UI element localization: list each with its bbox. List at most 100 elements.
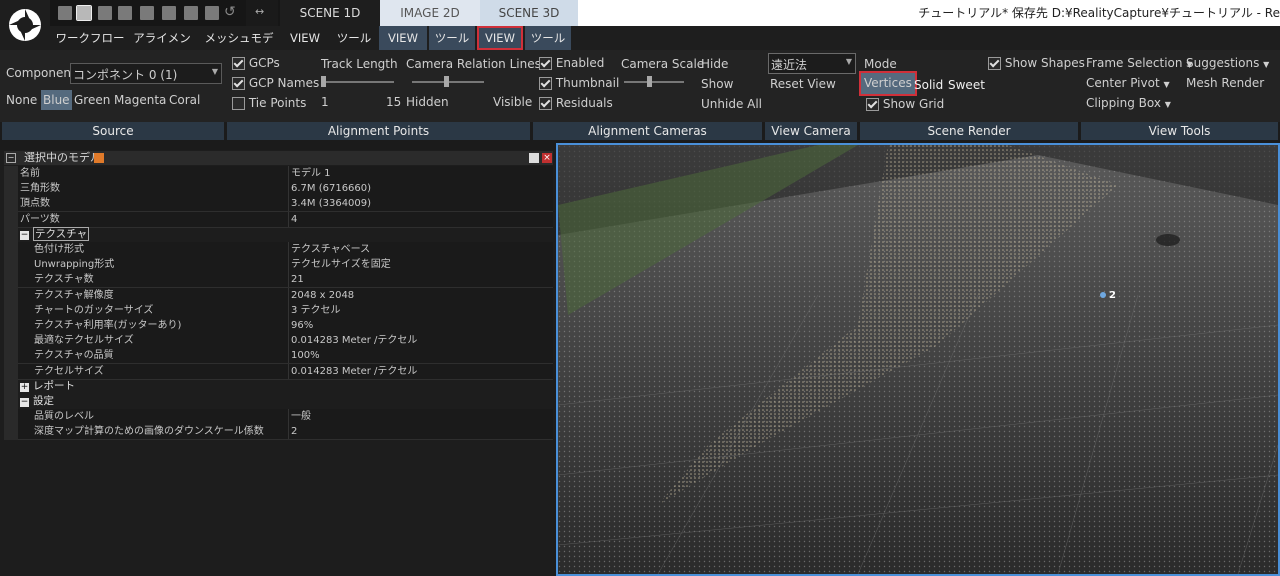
tie-points-checkbox[interactable]: Tie Points — [232, 96, 306, 110]
vertices-button[interactable]: Vertices — [859, 71, 917, 96]
scene-3d-viewport[interactable]: 2 — [556, 143, 1280, 576]
property-row[interactable]: パーツ数 4 — [18, 211, 553, 228]
property-value: 0.014283 Meter /テクセル — [288, 333, 417, 349]
frame-selection-button[interactable]: Frame Selection ▼ — [1086, 56, 1193, 70]
hide-button[interactable]: Hide — [701, 57, 728, 71]
property-row[interactable]: テクセルサイズ 0.014283 Meter /テクセル — [18, 363, 553, 380]
property-row[interactable]: Unwrapping形式 テクセルサイズを固定 — [18, 257, 553, 274]
property-row[interactable]: 品質のレベル 一般 — [18, 409, 553, 426]
property-row[interactable]: チャートのガッターサイズ 3 テクセル — [18, 302, 553, 319]
layout-wide-icon[interactable] — [184, 6, 198, 20]
property-key: 三角形数 — [20, 183, 60, 195]
layout-quad-icon[interactable] — [162, 6, 176, 20]
property-key: パーツ数 — [20, 213, 60, 225]
tab-tools-3d[interactable]: ツール — [525, 26, 571, 50]
property-row[interactable]: テクスチャ数 21 — [18, 272, 553, 289]
menu-view[interactable]: VIEW — [282, 26, 328, 50]
camera-scale-slider[interactable] — [624, 81, 684, 83]
group-texture[interactable]: − テクスチャ — [20, 226, 90, 242]
color-green[interactable]: Green — [74, 93, 110, 107]
property-key: 深度マップ計算のための画像のダウンスケール係数 — [34, 426, 264, 438]
show-grid-checkbox[interactable]: Show Grid — [866, 97, 944, 111]
tab-view-2d[interactable]: VIEW — [379, 26, 427, 50]
color-magenta[interactable]: Magenta — [114, 93, 166, 107]
layout-three-icon[interactable] — [98, 6, 112, 20]
track-length-slider[interactable] — [322, 81, 394, 83]
tab-view-3d[interactable]: VIEW — [477, 26, 523, 50]
property-key: Unwrapping形式 — [34, 259, 115, 271]
property-row[interactable]: 三角形数 6.7M (6716660) — [18, 181, 553, 198]
tab-scene-3d[interactable]: SCENE 3D — [480, 0, 578, 26]
group-report[interactable]: + レポート — [20, 379, 75, 394]
property-value: 2 — [288, 424, 297, 440]
menu-alignment[interactable]: アライメント — [128, 26, 196, 69]
point-cloud-render — [558, 145, 1278, 574]
property-value: 一般 — [288, 409, 311, 425]
camera-relation-thumb[interactable] — [444, 76, 449, 87]
layout-tall-icon[interactable] — [205, 6, 219, 20]
panel-header: − 選択中のモデル × — [4, 151, 553, 165]
property-row[interactable]: 頂点数 3.4M (3364009) — [18, 196, 553, 213]
property-row[interactable]: テクスチャ利用率(ガッターあり) 96% — [18, 318, 553, 334]
tab-image-2d[interactable]: IMAGE 2D — [380, 0, 480, 26]
property-value: テクセルサイズを固定 — [288, 257, 391, 273]
dock-icon[interactable] — [529, 153, 539, 163]
property-row[interactable]: 色付け形式 テクスチャベース — [18, 242, 553, 258]
show-shapes-checkbox[interactable]: Show Shapes — [988, 56, 1085, 70]
mesh-render-button[interactable]: Mesh Render — [1186, 76, 1264, 90]
layout-single-icon[interactable] — [58, 6, 72, 20]
sweet-button[interactable]: Sweet — [948, 78, 985, 92]
property-row[interactable]: 名前 モデル 1 — [18, 166, 553, 182]
menu-mesh-model[interactable]: メッシュモデル — [200, 26, 278, 69]
group-settings[interactable]: − 設定 — [20, 394, 54, 409]
close-icon[interactable]: × — [542, 153, 552, 163]
layout-split-icon[interactable] — [118, 6, 132, 20]
property-key: テクスチャの品質 — [34, 350, 114, 362]
app-logo[interactable] — [0, 0, 50, 50]
component-select[interactable]: コンポネント 0 (1) ▼ — [70, 63, 222, 84]
component-value: コンポネント 0 (1) — [73, 68, 178, 82]
suggestions-button[interactable]: Suggestions ▼ — [1186, 56, 1269, 70]
pin-icon[interactable] — [94, 153, 104, 163]
layout-grid-icon[interactable] — [140, 6, 154, 20]
clipping-box-button[interactable]: Clipping Box ▼ — [1086, 96, 1171, 110]
show-button[interactable]: Show — [701, 77, 733, 91]
projection-select[interactable]: 遠近法 ▼ — [768, 53, 856, 74]
chevron-down-icon: ▼ — [1263, 60, 1270, 69]
property-row[interactable]: テクスチャ解像度 2048 x 2048 — [18, 287, 553, 304]
property-key: 色付け形式 — [34, 244, 84, 255]
tab-scene-1d[interactable]: SCENE 1D — [280, 0, 380, 26]
residuals-checkbox[interactable]: Residuals — [539, 96, 613, 110]
color-blue[interactable]: Blue — [41, 90, 72, 110]
property-key: テクスチャ利用率(ガッターあり) — [34, 320, 182, 331]
tab-tools-2d[interactable]: ツール — [429, 26, 475, 50]
property-key: 名前 — [20, 168, 40, 179]
color-coral[interactable]: Coral — [169, 93, 200, 107]
track-min: 1 — [321, 95, 329, 109]
menu-workflow[interactable]: ワークフロー — [52, 26, 128, 50]
gcp-names-checkbox[interactable]: GCP Names — [232, 76, 319, 90]
gcps-checkbox[interactable]: GCPs — [232, 56, 280, 70]
thumbnail-checkbox[interactable]: Thumbnail — [539, 76, 619, 90]
undo-icon[interactable]: ↺ — [224, 4, 236, 20]
reset-view-button[interactable]: Reset View — [770, 77, 836, 91]
property-value: 3.4M (3364009) — [288, 196, 371, 212]
unhide-all-button[interactable]: Unhide All — [701, 97, 762, 111]
property-value: 6.7M (6716660) — [288, 181, 371, 197]
layout-two-columns-icon[interactable] — [76, 5, 92, 21]
center-pivot-button[interactable]: Center Pivot ▼ — [1086, 76, 1170, 90]
camera-scale-thumb[interactable] — [647, 76, 652, 87]
color-none[interactable]: None — [6, 93, 37, 107]
property-value: 0.014283 Meter /テクセル — [288, 363, 417, 379]
mode-label: Mode — [864, 57, 897, 71]
property-row[interactable]: テクスチャの品質 100% — [18, 348, 553, 365]
menu-tools[interactable]: ツール — [330, 26, 378, 50]
swap-arrows-icon[interactable]: ↔ — [255, 5, 264, 18]
enabled-checkbox[interactable]: Enabled — [539, 56, 604, 70]
collapse-icon[interactable]: − — [6, 153, 16, 163]
track-length-thumb[interactable] — [321, 76, 326, 87]
section-alignment-points: Alignment Points — [227, 122, 530, 140]
property-row[interactable]: 深度マップ計算のための画像のダウンスケール係数 2 — [18, 424, 553, 441]
solid-button[interactable]: Solid — [914, 78, 943, 92]
property-row[interactable]: 最適なテクセルサイズ 0.014283 Meter /テクセル — [18, 333, 553, 350]
